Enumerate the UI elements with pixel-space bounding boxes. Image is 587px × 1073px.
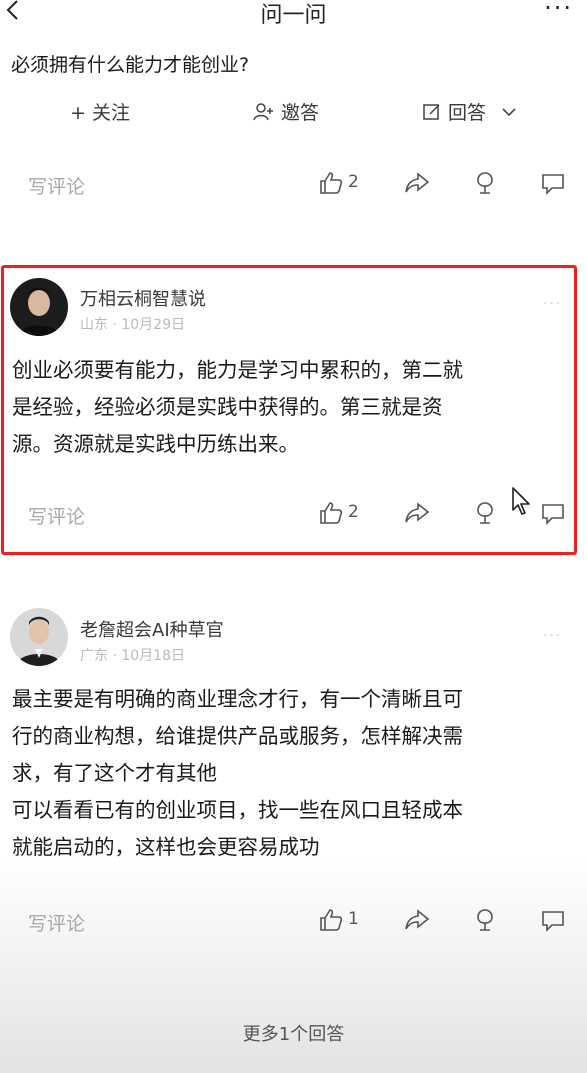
answer-line: 源。资源就是实践中历练出来。 [12, 432, 299, 456]
answer-body: 最主要是有明确的商业理念才行，有一个清晰且可 行的商业构想，给谁提供产品或服务，… [12, 681, 463, 866]
share-icon[interactable] [404, 171, 430, 195]
answer-line: 就能启动的，这样也会更容易成功 [12, 835, 320, 859]
comment-icon[interactable] [540, 502, 566, 526]
question-title: 必须拥有什么能力才能创业? [11, 54, 250, 76]
answer-line: 求，有了这个才有其他 [12, 761, 217, 785]
more-options-icon[interactable]: ··· [544, 0, 573, 22]
answer-line: 行的商业构想，给谁提供产品或服务，怎样解决需 [12, 724, 463, 748]
invite-label: 邀答 [281, 102, 320, 124]
like-icon[interactable] [318, 908, 344, 932]
comment-input[interactable]: 写评论 [28, 502, 85, 529]
answer-button[interactable]: 回答 [422, 98, 518, 125]
comment-input[interactable]: 写评论 [28, 909, 85, 936]
answer-label: 回答 [448, 102, 487, 124]
more-icon[interactable]: ··· [543, 296, 562, 312]
like-count: 2 [348, 502, 359, 522]
favorite-icon[interactable] [473, 170, 497, 196]
more-icon[interactable]: ··· [543, 628, 562, 644]
share-icon[interactable] [404, 908, 430, 932]
author-name[interactable]: 老詹超会AI种草官 [80, 616, 224, 642]
avatar[interactable] [10, 278, 68, 336]
post-meta: 广东 · 10月18日 [80, 648, 185, 664]
comment-input[interactable]: 写评论 [28, 172, 85, 199]
like-icon[interactable] [318, 501, 344, 525]
favorite-icon[interactable] [473, 500, 497, 526]
invite-answer-button[interactable]: 邀答 [253, 98, 319, 125]
avatar[interactable] [10, 608, 68, 666]
answer-line: 是经验，经验必须是实践中获得的。第三就是资 [12, 395, 443, 419]
more-answers-link[interactable]: 更多1个回答 [0, 1020, 587, 1046]
share-icon[interactable] [404, 501, 430, 525]
page-title: 问一问 [260, 3, 327, 28]
like-icon[interactable] [318, 171, 344, 195]
like-count: 2 [348, 172, 359, 192]
like-count: 1 [348, 909, 359, 929]
post-meta: 山东 · 10月29日 [80, 317, 185, 333]
edit-icon [423, 103, 440, 120]
follow-label: + 关注 [70, 102, 130, 124]
chevron-down-icon[interactable] [500, 105, 518, 119]
answer-body: 创业必须要有能力，能力是学习中累积的，第二就 是经验，经验必须是实践中获得的。第… [12, 352, 463, 463]
mouse-cursor-icon [512, 487, 530, 515]
invite-user-icon [253, 102, 273, 120]
answer-line: 创业必须要有能力，能力是学习中累积的，第二就 [12, 358, 463, 382]
comment-icon[interactable] [540, 909, 566, 933]
follow-button[interactable]: + 关注 [70, 98, 130, 125]
author-name[interactable]: 万相云桐智慧说 [80, 285, 206, 311]
comment-icon[interactable] [540, 172, 566, 196]
answer-line: 可以看看已有的创业项目，找一些在风口且轻成本 [12, 798, 463, 822]
answer-line: 最主要是有明确的商业理念才行，有一个清晰且可 [12, 687, 463, 711]
favorite-icon[interactable] [473, 907, 497, 933]
